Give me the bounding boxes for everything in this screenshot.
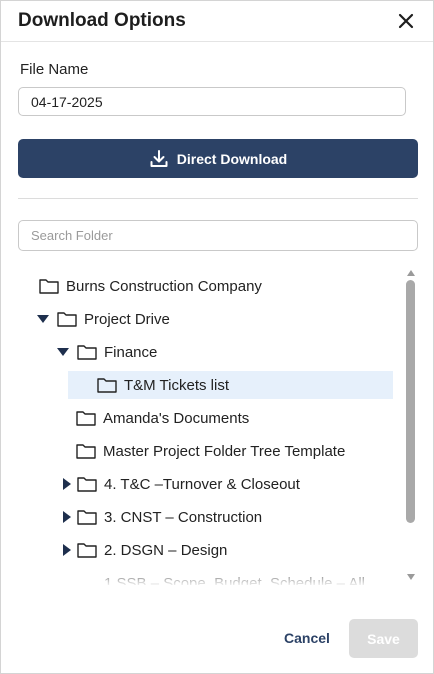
file-name-input[interactable]	[18, 87, 406, 116]
tree-item-label: Finance	[104, 343, 158, 361]
cancel-button[interactable]: Cancel	[277, 623, 337, 653]
tree-item-burns-construction-company[interactable]: Burns Construction Company	[38, 272, 388, 300]
folder-tree: Burns Construction Company Project Drive…	[18, 263, 418, 585]
tree-item-project-drive[interactable]: Project Drive	[36, 305, 388, 333]
folder-icon	[76, 475, 98, 493]
tree-item-label: 1.SSB – Scope, Budget, Schedule – All	[104, 574, 366, 586]
folder-icon	[76, 541, 98, 559]
folder-icon	[96, 376, 118, 394]
tree-item-scope-budget-schedule[interactable]: 1.SSB – Scope, Budget, Schedule – All	[58, 569, 388, 586]
tree-item-label: Master Project Folder Tree Template	[103, 442, 346, 460]
folder-icon	[75, 409, 97, 427]
download-options-dialog: Download Options File Name Direct Downlo…	[0, 0, 434, 674]
tree-item-construction[interactable]: 3. CNST – Construction	[58, 503, 388, 531]
tree-item-master-project-folder-tree-template[interactable]: Master Project Folder Tree Template	[75, 437, 388, 465]
caret-right-icon[interactable]	[59, 509, 75, 525]
tree-item-amandas-documents[interactable]: Amanda's Documents	[75, 404, 388, 432]
scroll-down-arrow-icon[interactable]	[405, 569, 417, 580]
tree-item-label: Project Drive	[84, 310, 170, 328]
caret-down-icon[interactable]	[35, 311, 51, 327]
dialog-title: Download Options	[18, 10, 186, 31]
folder-icon	[76, 508, 98, 526]
tree-item-label: 2. DSGN – Design	[104, 541, 228, 559]
close-icon[interactable]	[396, 11, 416, 31]
tree-item-label: T&M Tickets list	[124, 376, 230, 394]
tree-item-label: 4. T&C –Turnover & Closeout	[104, 475, 300, 493]
caret-right-icon[interactable]	[59, 476, 75, 492]
caret-right-icon[interactable]	[59, 542, 75, 558]
download-icon	[149, 149, 169, 169]
tree-item-tm-tickets-list[interactable]: T&M Tickets list	[68, 371, 393, 399]
scroll-up-arrow-icon[interactable]	[405, 265, 417, 276]
folder-icon	[38, 277, 60, 295]
dialog-header: Download Options	[1, 1, 433, 42]
folder-icon	[75, 442, 97, 460]
direct-download-label: Direct Download	[176, 150, 288, 167]
tree-item-label: Burns Construction Company	[66, 277, 262, 295]
tree-item-finance[interactable]: Finance	[56, 338, 388, 366]
tree-item-label: Amanda's Documents	[103, 409, 250, 427]
file-name-label: File Name	[20, 61, 89, 78]
search-folder-input[interactable]	[18, 220, 418, 251]
direct-download-button[interactable]: Direct Download	[18, 139, 418, 178]
tree-item-turnover-closeout[interactable]: 4. T&C –Turnover & Closeout	[58, 470, 388, 498]
save-button[interactable]: Save	[349, 619, 418, 658]
folder-icon	[56, 310, 78, 328]
tree-item-label: 3. CNST – Construction	[104, 508, 263, 526]
caret-down-icon[interactable]	[55, 344, 71, 360]
section-divider	[18, 198, 418, 199]
scrollbar-thumb[interactable]	[406, 280, 415, 523]
folder-icon	[76, 343, 98, 361]
tree-item-design[interactable]: 2. DSGN – Design	[58, 536, 388, 564]
